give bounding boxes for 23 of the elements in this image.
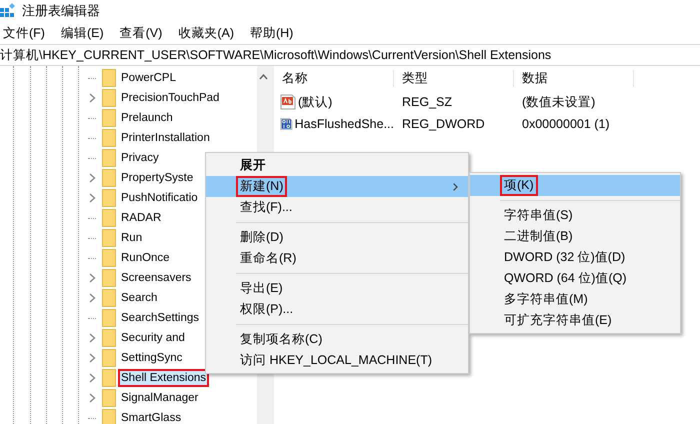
- menu-item-label: 重命名(R): [239, 250, 298, 267]
- value-name: HasFlushedShe...: [294, 117, 394, 131]
- menu-item-label: DWORD (32 位)值(D): [503, 249, 626, 266]
- menu-item-label: 二进制值(B): [503, 228, 574, 245]
- menu-item-label: 多字符串值(M): [503, 291, 589, 308]
- menu-item-label: 字符串值(S): [503, 207, 574, 224]
- menu-item-label: 展开: [239, 157, 267, 174]
- window-title: 注册表编辑器: [22, 2, 100, 20]
- menu-item-label: 查找(F)...: [239, 199, 294, 216]
- menu-item-label: 项(K): [500, 175, 538, 196]
- menu-item-label: 导出(E): [239, 280, 284, 297]
- menu-item-label: 访问 HKEY_LOCAL_MACHINE(T): [239, 352, 434, 369]
- value-data: (数值未设置): [521, 94, 596, 110]
- menu-item-label: 新建(N): [236, 176, 288, 197]
- menu-item-label: 权限(P)...: [239, 301, 294, 318]
- menu-item-label: 删除(D): [239, 229, 284, 246]
- value-type: REG_DWORD: [401, 117, 486, 131]
- menu-item-label: 复制项名称(C): [239, 331, 324, 348]
- menu-item-label: QWORD (64 位)值(Q): [503, 270, 628, 287]
- value-type: REG_SZ: [401, 95, 454, 109]
- value-name: (默认): [298, 94, 332, 110]
- menu-item-label: 可扩充字符串值(E): [503, 312, 613, 329]
- value-data: 0x00000001 (1): [521, 117, 611, 131]
